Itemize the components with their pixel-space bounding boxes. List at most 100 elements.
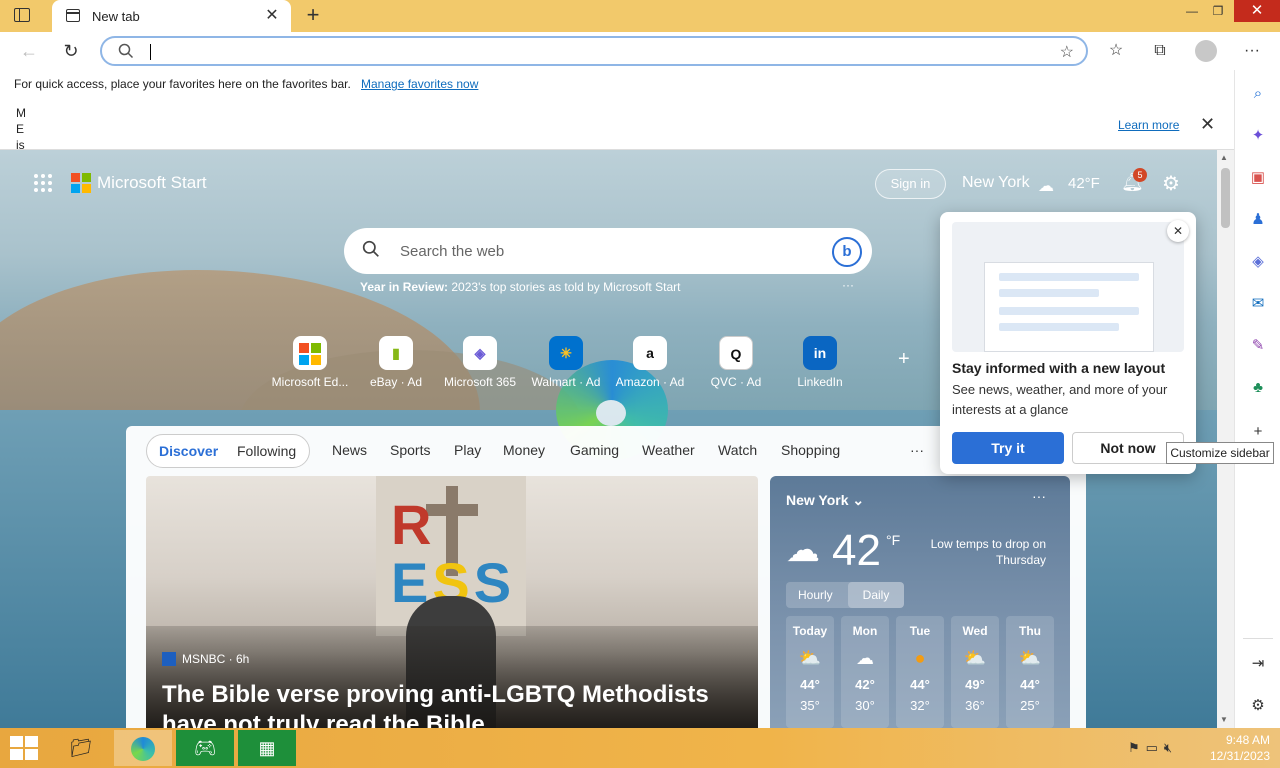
day-low: 25° bbox=[1020, 698, 1040, 713]
category-sports[interactable]: Sports bbox=[390, 442, 430, 458]
quick-link-label: LinkedIn bbox=[797, 375, 843, 389]
restore-button[interactable]: ❐ bbox=[1202, 0, 1234, 26]
quick-link-label: Microsoft Ed... bbox=[271, 375, 349, 389]
sidebar-tree-icon[interactable]: ♣ bbox=[1248, 378, 1268, 398]
sidebar-shopping-icon[interactable]: ▣ bbox=[1248, 168, 1268, 188]
scroll-up-icon[interactable]: ▲ bbox=[1220, 153, 1228, 162]
weather-city[interactable]: New York bbox=[962, 174, 1030, 192]
sidebar-microsoft365-icon[interactable]: ◈ bbox=[1248, 252, 1268, 272]
article-card[interactable]: R ESS MSNBC · 6h The Bible verse proving… bbox=[146, 476, 758, 728]
article-source: MSNBC · 6h bbox=[162, 652, 249, 666]
manage-favorites-link[interactable]: Manage favorites now bbox=[361, 77, 478, 91]
category-gaming[interactable]: Gaming bbox=[570, 442, 619, 458]
taskbar-clock[interactable]: 9:48 AM 12/31/2023 bbox=[1198, 732, 1270, 764]
day-name: Mon bbox=[852, 624, 878, 638]
tab-following[interactable]: Following bbox=[237, 443, 296, 459]
add-favorite-icon[interactable]: ☆ bbox=[1060, 42, 1074, 62]
microsoft-logo-icon bbox=[293, 336, 327, 370]
page-scrollbar[interactable]: ▲ ▼ bbox=[1217, 150, 1234, 728]
forecast-day[interactable]: Tue ● 44° 32° bbox=[896, 616, 944, 728]
address-bar[interactable]: ☆ bbox=[100, 36, 1088, 66]
favorites-icon[interactable]: ☆ bbox=[1101, 36, 1131, 66]
tab-discover[interactable]: Discover bbox=[159, 443, 218, 459]
add-quick-link-icon[interactable]: + bbox=[898, 348, 910, 371]
category-play[interactable]: Play bbox=[454, 442, 481, 458]
tab-close-icon[interactable]: ✕ bbox=[262, 6, 282, 26]
category-news[interactable]: News bbox=[332, 442, 367, 458]
web-search-box[interactable]: Search the web b bbox=[344, 228, 872, 274]
sidebar-designer-icon[interactable]: ✎ bbox=[1248, 336, 1268, 356]
sidebar-add-icon[interactable]: + bbox=[1248, 422, 1268, 442]
weather-card[interactable]: New York ⌄ ··· ☁ 42 °F Low temps to drop… bbox=[770, 476, 1070, 728]
collections-icon[interactable]: ⧉ bbox=[1145, 36, 1175, 66]
page-settings-gear-icon[interactable]: ⚙ bbox=[1162, 171, 1180, 196]
layout-preview-screen bbox=[984, 262, 1154, 352]
sidebar-settings-gear-icon[interactable]: ⚙ bbox=[1248, 696, 1268, 716]
store-icon[interactable]: ▦ bbox=[238, 730, 296, 766]
quick-link-microsoft-edge[interactable]: Microsoft Ed... bbox=[270, 336, 350, 389]
sidebar-divider bbox=[1243, 638, 1273, 639]
quick-link-walmart[interactable]: ✳ Walmart · Ad bbox=[526, 336, 606, 389]
popup-close-icon[interactable]: ✕ bbox=[1167, 220, 1189, 242]
apps-launcher-icon[interactable] bbox=[34, 174, 52, 192]
windows-start-icon[interactable] bbox=[10, 736, 38, 760]
refresh-icon[interactable]: ↻ bbox=[56, 36, 86, 66]
xbox-icon[interactable]: 🎮︎ bbox=[176, 730, 234, 766]
scroll-down-icon[interactable]: ▼ bbox=[1220, 715, 1228, 724]
quick-link-linkedin[interactable]: in LinkedIn bbox=[780, 336, 860, 389]
toolbar: ← ↻ ☆ ☆ ⧉ ··· bbox=[0, 32, 1280, 70]
category-weather[interactable]: Weather bbox=[642, 442, 695, 458]
partly-sunny-icon: ⛅ bbox=[963, 648, 987, 668]
more-categories-icon[interactable]: ··· bbox=[910, 442, 924, 458]
system-tray-icons[interactable]: ⚑▭🔇︎ bbox=[1128, 740, 1178, 756]
quick-link-amazon[interactable]: a Amazon · Ad bbox=[610, 336, 690, 389]
forecast-day[interactable]: Today ⛅ 44° 35° bbox=[786, 616, 834, 728]
category-shopping[interactable]: Shopping bbox=[781, 442, 840, 458]
hourly-toggle[interactable]: Hourly bbox=[798, 588, 833, 602]
try-it-button[interactable]: Try it bbox=[952, 432, 1064, 464]
forecast-toggle: Hourly Daily bbox=[786, 582, 904, 608]
profile-avatar[interactable] bbox=[1195, 40, 1217, 62]
notice-close-icon[interactable]: ✕ bbox=[1200, 114, 1215, 135]
tab-new-tab[interactable]: New tab ✕ bbox=[52, 0, 291, 32]
tab-actions-icon[interactable] bbox=[14, 8, 30, 22]
weather-location[interactable]: New York ⌄ bbox=[786, 492, 864, 509]
forecast-day[interactable]: Thu ⛅ 44° 25° bbox=[1006, 616, 1054, 728]
year-in-review-link[interactable]: Year in Review: 2023's top stories as to… bbox=[360, 280, 680, 294]
article-headline[interactable]: The Bible verse proving anti-LGBTQ Metho… bbox=[162, 680, 758, 728]
sidebar-copilot-icon[interactable]: ✦ bbox=[1248, 126, 1268, 146]
new-tab-button[interactable]: + bbox=[302, 4, 324, 26]
sunny-icon: ● bbox=[914, 648, 926, 668]
bing-chat-icon[interactable]: b bbox=[832, 237, 862, 267]
search-placeholder: Search the web bbox=[400, 243, 505, 260]
category-watch[interactable]: Watch bbox=[718, 442, 757, 458]
quick-link-label: Amazon · Ad bbox=[615, 375, 685, 389]
close-window-button[interactable]: ✕ bbox=[1234, 0, 1280, 22]
clock-time: 9:48 AM bbox=[1225, 733, 1270, 747]
sign-in-button[interactable]: Sign in bbox=[875, 169, 946, 199]
sidebar-outlook-icon[interactable]: ✉ bbox=[1248, 294, 1268, 314]
sidebar-search-icon[interactable]: ⌕ bbox=[1248, 84, 1268, 104]
learn-more-link[interactable]: Learn more bbox=[1118, 118, 1179, 132]
settings-more-icon[interactable]: ··· bbox=[1237, 36, 1267, 66]
scrollbar-thumb[interactable] bbox=[1221, 168, 1230, 228]
weather-temp[interactable]: 42°F bbox=[1068, 175, 1100, 192]
quick-link-ebay[interactable]: ▮ eBay · Ad bbox=[356, 336, 436, 389]
weather-menu-icon[interactable]: ··· bbox=[1032, 488, 1046, 504]
hide-sidebar-icon[interactable]: ⇥ bbox=[1248, 654, 1268, 674]
yir-more-icon[interactable]: ··· bbox=[842, 278, 854, 292]
weather-alert[interactable]: Low temps to drop on Thursday bbox=[918, 536, 1046, 568]
day-high: 44° bbox=[800, 677, 820, 692]
daily-toggle[interactable]: Daily bbox=[848, 582, 904, 608]
customize-sidebar-tooltip: Customize sidebar bbox=[1166, 442, 1274, 464]
edge-taskbar-icon[interactable] bbox=[114, 730, 172, 766]
sidebar-games-icon[interactable]: ♟ bbox=[1248, 210, 1268, 230]
forecast-day[interactable]: Wed ⛅ 49° 36° bbox=[951, 616, 999, 728]
category-money[interactable]: Money bbox=[503, 442, 545, 458]
back-icon[interactable]: ← bbox=[14, 36, 44, 66]
file-explorer-icon[interactable]: 📁︎ bbox=[52, 730, 110, 766]
qvc-icon: Q bbox=[719, 336, 753, 370]
quick-link-microsoft-365[interactable]: ◈ Microsoft 365 bbox=[440, 336, 520, 389]
forecast-day[interactable]: Mon ☁ 42° 30° bbox=[841, 616, 889, 728]
quick-link-qvc[interactable]: Q QVC · Ad bbox=[696, 336, 776, 389]
